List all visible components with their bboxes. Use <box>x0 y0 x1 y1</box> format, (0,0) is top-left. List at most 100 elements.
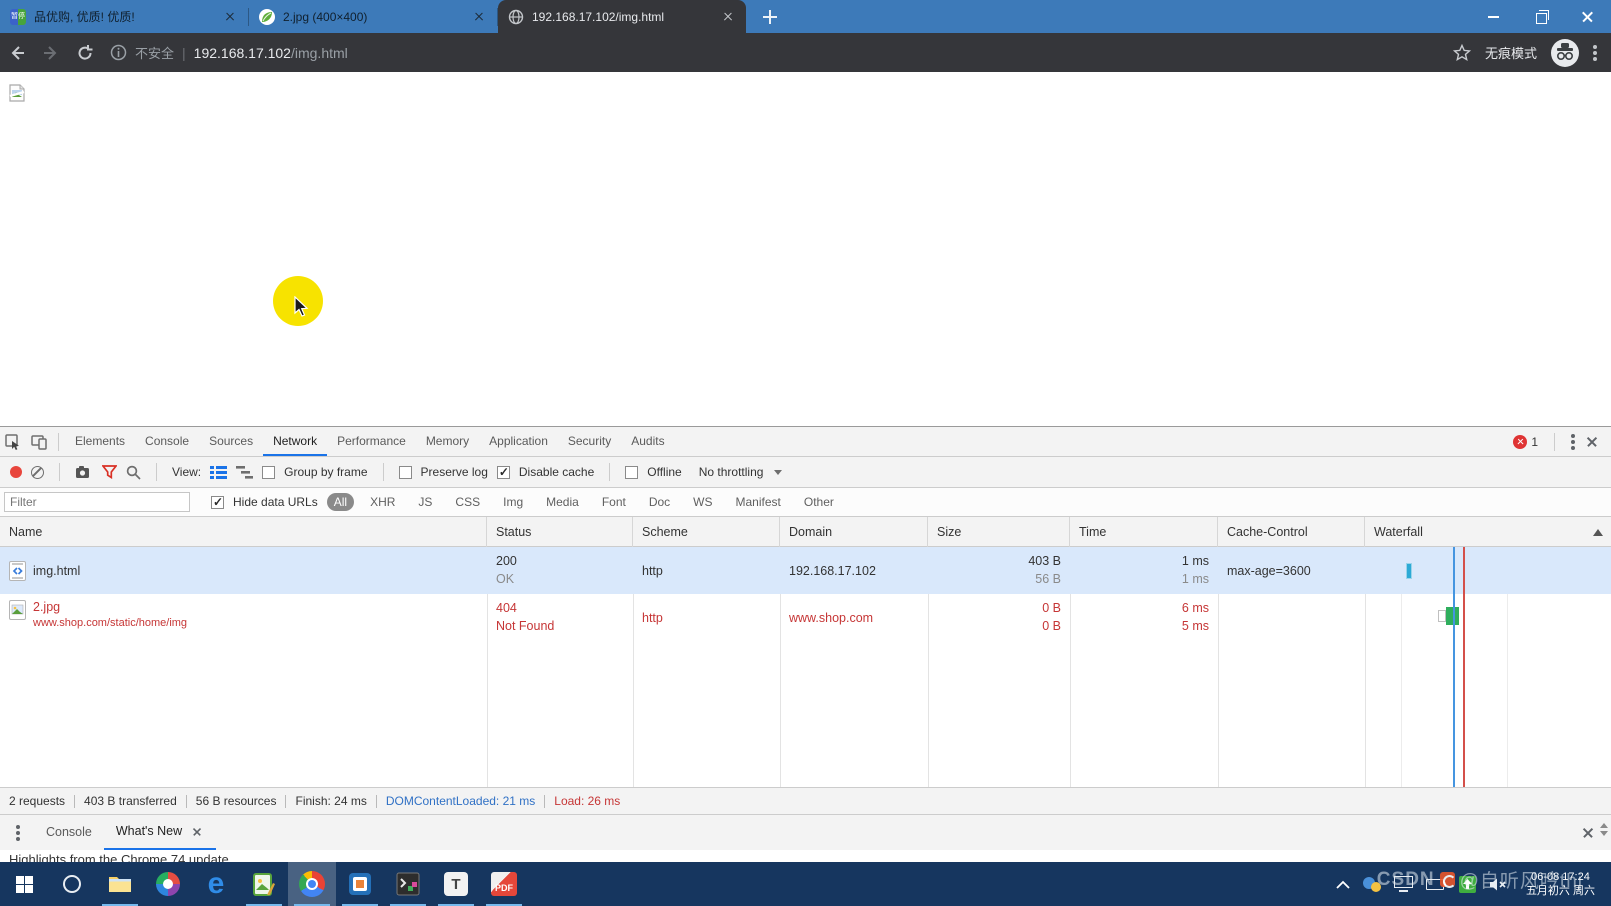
tray-expand-icon[interactable] <box>1336 880 1350 889</box>
network-display-icon[interactable] <box>1394 876 1413 892</box>
overview-view-icon[interactable] <box>236 465 253 479</box>
browser-menu-icon[interactable] <box>1593 51 1597 55</box>
request-row-2jpg[interactable]: 2.jpg www.shop.com/static/home/img 404No… <box>0 594 1611 642</box>
summary-requests: 2 requests <box>9 794 65 808</box>
search-icon[interactable] <box>126 465 141 480</box>
filter-type-all[interactable]: All <box>327 493 354 511</box>
group-by-frame-checkbox[interactable] <box>262 466 275 479</box>
waterfall-waiting-bar-2jpg[interactable] <box>1438 610 1446 622</box>
volume-muted-icon[interactable] <box>1489 877 1507 892</box>
devtools-tab-performance[interactable]: Performance <box>327 427 416 456</box>
filter-type-manifest[interactable]: Manifest <box>729 493 788 511</box>
terminal-icon[interactable] <box>384 862 432 906</box>
devtools-tab-network[interactable]: Network <box>263 427 327 456</box>
incognito-avatar-icon[interactable] <box>1551 39 1579 67</box>
drawer-tab-console[interactable]: Console <box>34 815 104 850</box>
devtools-tab-elements[interactable]: Elements <box>65 427 135 456</box>
offline-checkbox[interactable] <box>625 466 638 479</box>
devtools-menu-icon[interactable] <box>1571 440 1575 444</box>
taskbar-clock[interactable]: 06-08 17:24 五月初六 周六 <box>1520 870 1601 898</box>
devtools-tab-application[interactable]: Application <box>479 427 558 456</box>
tab-close-icon[interactable] <box>222 9 238 25</box>
devtools-tab-sources[interactable]: Sources <box>199 427 263 456</box>
scroll-up-icon[interactable] <box>1600 823 1608 828</box>
start-button[interactable] <box>0 862 48 906</box>
browser-tab-2jpg[interactable]: 2.jpg (400×400) <box>249 0 497 33</box>
filter-funnel-icon[interactable] <box>102 465 117 479</box>
forward-button[interactable] <box>34 38 68 68</box>
edge-icon[interactable]: e <box>192 862 240 906</box>
divider <box>285 795 286 808</box>
inspect-element-icon[interactable] <box>0 430 26 454</box>
image-editor-icon[interactable] <box>240 862 288 906</box>
filter-type-font[interactable]: Font <box>595 493 633 511</box>
column-header-domain[interactable]: Domain <box>780 517 928 547</box>
browser-tab-pinyougou[interactable]: 暂停 品优购, 优质! 优质! <box>0 0 248 33</box>
devtools-tab-security[interactable]: Security <box>558 427 621 456</box>
tab-close-icon[interactable] <box>471 9 487 25</box>
column-header-scheme[interactable]: Scheme <box>633 517 780 547</box>
pdf-reader-icon[interactable]: PDF <box>480 862 528 906</box>
drawer-menu-icon[interactable] <box>16 831 20 835</box>
cloud-sync-icon[interactable] <box>1363 877 1381 892</box>
typora-icon[interactable]: T <box>432 862 480 906</box>
drawer-close-icon[interactable] <box>1581 826 1595 840</box>
waterfall-bar-imghtml[interactable] <box>1406 563 1412 579</box>
divider <box>1554 433 1555 451</box>
column-header-waterfall[interactable]: Waterfall <box>1365 517 1611 547</box>
record-button[interactable] <box>10 466 22 478</box>
window-minimize-button[interactable] <box>1470 0 1517 33</box>
omnibox[interactable]: 不安全 | 192.168.17.102/img.html <box>110 43 348 62</box>
filter-type-img[interactable]: Img <box>496 493 530 511</box>
devtools-tab-memory[interactable]: Memory <box>416 427 479 456</box>
filter-type-js[interactable]: JS <box>411 493 439 511</box>
browser-360-icon[interactable] <box>144 862 192 906</box>
device-toolbar-icon[interactable] <box>26 430 52 454</box>
column-header-status[interactable]: Status <box>487 517 633 547</box>
column-header-size[interactable]: Size <box>928 517 1070 547</box>
clear-requests-icon[interactable] <box>31 466 44 479</box>
new-tab-button[interactable] <box>756 3 784 31</box>
window-close-button[interactable] <box>1564 0 1611 33</box>
tab-close-icon[interactable] <box>720 9 736 25</box>
column-header-name[interactable]: Name <box>0 517 487 547</box>
request-row-imghtml[interactable]: img.html 200OK http 192.168.17.102 403 B… <box>0 547 1611 594</box>
console-error-badge[interactable]: 1 <box>1513 435 1538 449</box>
filter-input[interactable] <box>4 492 190 512</box>
window-restore-button[interactable] <box>1517 0 1564 33</box>
reload-button[interactable] <box>68 38 102 68</box>
bookmark-star-icon[interactable] <box>1453 44 1471 62</box>
network-filter-bar: Hide data URLs All XHR JS CSS Img Media … <box>0 488 1611 517</box>
filter-type-other[interactable]: Other <box>797 493 841 511</box>
throttling-select[interactable]: No throttling <box>699 465 764 479</box>
devtools-tab-console[interactable]: Console <box>135 427 199 456</box>
capture-screenshots-icon[interactable] <box>75 465 93 479</box>
updater-icon[interactable] <box>1459 876 1476 893</box>
info-icon[interactable] <box>110 44 127 61</box>
large-rows-view-icon[interactable] <box>210 465 227 479</box>
drawer-tab-close-icon[interactable] <box>192 826 203 837</box>
devtools-tab-audits[interactable]: Audits <box>621 427 674 456</box>
preserve-log-checkbox[interactable] <box>399 466 412 479</box>
scroll-down-icon[interactable] <box>1600 831 1608 836</box>
filter-type-ws[interactable]: WS <box>686 493 719 511</box>
cortana-icon[interactable] <box>48 862 96 906</box>
column-header-time[interactable]: Time <box>1070 517 1218 547</box>
column-header-cache-control[interactable]: Cache-Control <box>1218 517 1365 547</box>
browser-tab-imghtml-active[interactable]: 192.168.17.102/img.html <box>498 0 746 33</box>
file-explorer-icon[interactable] <box>96 862 144 906</box>
back-button[interactable] <box>0 38 34 68</box>
hide-data-urls-checkbox[interactable] <box>211 496 224 509</box>
disable-cache-checkbox[interactable] <box>497 466 510 479</box>
devtools-close-icon[interactable] <box>1585 435 1599 449</box>
chevron-down-icon[interactable] <box>774 470 782 475</box>
filter-type-css[interactable]: CSS <box>448 493 487 511</box>
filter-type-doc[interactable]: Doc <box>642 493 677 511</box>
drawer-tab-whats-new[interactable]: What's New <box>104 815 216 850</box>
filter-type-xhr[interactable]: XHR <box>363 493 402 511</box>
filter-type-media[interactable]: Media <box>539 493 586 511</box>
battery-icon[interactable] <box>1426 879 1446 890</box>
vmware-icon[interactable] <box>336 862 384 906</box>
chrome-icon[interactable] <box>288 862 336 906</box>
drawer-scrollbar[interactable] <box>1600 823 1608 836</box>
